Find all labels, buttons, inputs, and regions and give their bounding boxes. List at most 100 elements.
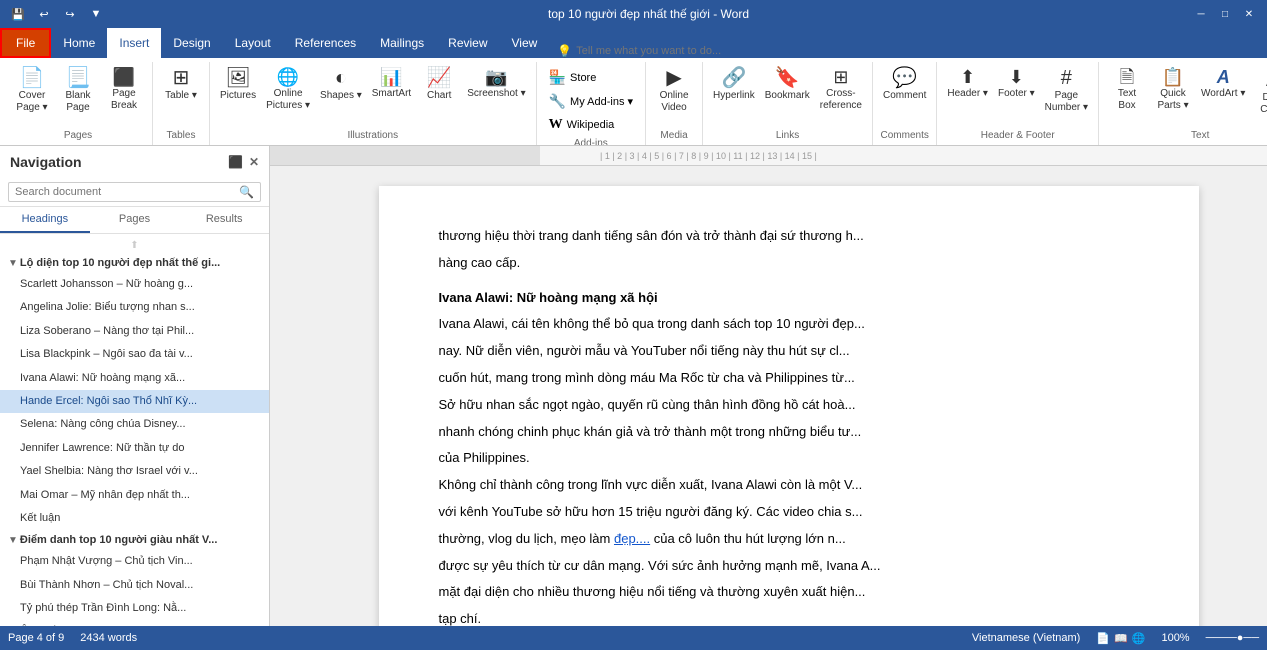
comment-icon: 💬 bbox=[892, 68, 917, 88]
tab-design[interactable]: Design bbox=[161, 28, 222, 58]
header-button[interactable]: ⬆ Header ▾ bbox=[943, 66, 992, 102]
table-button[interactable]: ⊞ Table ▾ bbox=[159, 66, 203, 104]
maximize-button[interactable]: □ bbox=[1215, 4, 1235, 24]
tab-layout[interactable]: Layout bbox=[223, 28, 283, 58]
nav-item-selena[interactable]: Selena: Nàng công chúa Disney... bbox=[0, 413, 269, 436]
doc-para-ivana-3: cuốn hút, mang trong mình dòng máu Ma Rố… bbox=[439, 368, 1139, 389]
search-input[interactable] bbox=[15, 186, 235, 198]
nav-item-pham-nhat-vuong[interactable]: Phạm Nhật Vượng – Chủ tịch Vin... bbox=[0, 550, 269, 573]
drop-cap-button[interactable]: A DropCap ▾ bbox=[1251, 66, 1267, 118]
tab-results[interactable]: Results bbox=[179, 207, 269, 233]
table-label: Table ▾ bbox=[165, 90, 197, 102]
footer-button[interactable]: ⬇ Footer ▾ bbox=[994, 66, 1039, 102]
tab-review[interactable]: Review bbox=[436, 28, 499, 58]
doc-para-ivana-5: nhanh chóng chinh phục khán giả và trở t… bbox=[439, 422, 1139, 443]
document-page[interactable]: thương hiệu thời trang danh tiếng sân đó… bbox=[379, 186, 1199, 626]
bookmark-button[interactable]: 🔖 Bookmark bbox=[761, 66, 814, 104]
nav-item-liza[interactable]: Liza Soberano – Nàng thơ tại Phil... bbox=[0, 320, 269, 343]
comment-button[interactable]: 💬 Comment bbox=[879, 66, 930, 104]
web-layout-icon[interactable]: 🌐 bbox=[1132, 632, 1146, 645]
navigation-expand-button[interactable]: ⬛ bbox=[228, 155, 243, 169]
link-dep[interactable]: đẹp.... bbox=[614, 531, 650, 546]
navigation-pane: Navigation ⬛ ✕ 🔍 Headings Pages Results … bbox=[0, 146, 270, 626]
nav-item-tran-dinh-long[interactable]: Tỷ phú thép Trần Đình Long: Nằ... bbox=[0, 597, 269, 620]
nav-item-ketluan[interactable]: Kết luận bbox=[0, 507, 269, 530]
page-info: Page 4 of 9 bbox=[8, 632, 64, 644]
save-button[interactable]: 💾 bbox=[8, 4, 28, 24]
customize-button[interactable]: ▼ bbox=[86, 4, 106, 24]
text-box-button[interactable]: 🗎 TextBox bbox=[1105, 66, 1149, 114]
wordart-button[interactable]: A WordArt ▾ bbox=[1197, 66, 1249, 102]
navigation-close-button[interactable]: ✕ bbox=[249, 155, 259, 169]
quick-parts-icon: 📋 bbox=[1162, 68, 1184, 86]
chart-button[interactable]: 📈 Chart bbox=[417, 66, 461, 104]
shapes-button[interactable]: ◐ Shapes ▾ bbox=[316, 66, 366, 104]
hyperlink-label: Hyperlink bbox=[713, 90, 755, 102]
my-addins-button[interactable]: 🔧 My Add-ins ▾ bbox=[543, 90, 639, 113]
tab-insert[interactable]: Insert bbox=[107, 28, 161, 58]
comments-group-items: 💬 Comment bbox=[879, 62, 930, 128]
read-mode-icon[interactable]: 📖 bbox=[1114, 632, 1128, 645]
nav-item-hande[interactable]: Hande Ercel: Ngôi sao Thổ Nhĩ Kỳ... bbox=[0, 390, 269, 413]
tab-pages[interactable]: Pages bbox=[90, 207, 180, 233]
my-addins-icon: 🔧 bbox=[549, 93, 566, 110]
tab-view[interactable]: View bbox=[500, 28, 550, 58]
ribbon-content: 📄 CoverPage ▾ 📃 BlankPage ⬛ PageBreak Pa… bbox=[0, 58, 1267, 146]
page-number-icon: # bbox=[1061, 68, 1072, 88]
nav-item-ivana[interactable]: Ivana Alawi: Nữ hoàng mạng xã... bbox=[0, 367, 269, 390]
redo-button[interactable]: ↪ bbox=[60, 4, 80, 24]
page-break-button[interactable]: ⬛ PageBreak bbox=[102, 66, 146, 114]
tell-me-input[interactable] bbox=[576, 45, 756, 57]
nav-item-jennifer[interactable]: Jennifer Lawrence: Nữ thần tự do bbox=[0, 437, 269, 460]
nav-section-2[interactable]: ▼ Điểm danh top 10 người giàu nhất V... bbox=[0, 530, 269, 550]
search-box[interactable]: 🔍 bbox=[8, 182, 261, 202]
tab-mailings[interactable]: Mailings bbox=[368, 28, 436, 58]
tab-headings[interactable]: Headings bbox=[0, 207, 90, 233]
nav-item-lisa[interactable]: Lisa Blackpink – Ngôi sao đa tài v... bbox=[0, 343, 269, 366]
zoom-slider[interactable]: ────●── bbox=[1206, 632, 1259, 644]
blank-page-button[interactable]: 📃 BlankPage bbox=[56, 66, 100, 116]
doc-heading-ivana: Ivana Alawi: Nữ hoàng mạng xã hội bbox=[439, 288, 1139, 309]
wikipedia-button[interactable]: W Wikipedia bbox=[543, 114, 621, 136]
wordart-label: WordArt ▾ bbox=[1201, 88, 1245, 100]
shapes-label: Shapes ▾ bbox=[320, 90, 362, 102]
nav-item-yael[interactable]: Yael Shelbia: Nàng thơ Israel với v... bbox=[0, 460, 269, 483]
hyperlink-button[interactable]: 🔗 Hyperlink bbox=[709, 66, 759, 104]
nav-item-bui-thanh-nhon[interactable]: Bùi Thành Nhơn – Chủ tịch Noval... bbox=[0, 574, 269, 597]
tab-references[interactable]: References bbox=[283, 28, 368, 58]
nav-item-scarlett[interactable]: Scarlett Johansson – Nữ hoàng g... bbox=[0, 273, 269, 296]
media-group-items: ▶ OnlineVideo bbox=[652, 62, 696, 128]
nav-item-maomar[interactable]: Mai Omar – Mỹ nhân đẹp nhất th... bbox=[0, 484, 269, 507]
pictures-button[interactable]: 🖼 Pictures bbox=[216, 66, 260, 104]
tab-file[interactable]: File bbox=[0, 28, 51, 58]
nav-section-1[interactable]: ▼ Lộ diện top 10 người đẹp nhất thế gi..… bbox=[0, 253, 269, 273]
title-bar: 💾 ↩ ↪ ▼ top 10 người đẹp nhất thế giới -… bbox=[0, 0, 1267, 28]
cross-reference-button[interactable]: ⊞ Cross-reference bbox=[816, 66, 866, 114]
page-number-button[interactable]: # PageNumber ▾ bbox=[1041, 66, 1092, 116]
online-pictures-button[interactable]: 🌐 OnlinePictures ▾ bbox=[262, 66, 314, 114]
print-layout-icon[interactable]: 📄 bbox=[1096, 632, 1110, 645]
store-label: Store bbox=[570, 72, 596, 84]
nav-item-angelina[interactable]: Angelina Jolie: Biểu tượng nhan s... bbox=[0, 296, 269, 319]
doc-para-ivana-6: của Philippines. bbox=[439, 448, 1139, 469]
undo-button[interactable]: ↩ bbox=[34, 4, 54, 24]
document-area: | 1 | 2 | 3 | 4 | 5 | 6 | 7 | 8 | 9 | 10… bbox=[270, 146, 1267, 626]
store-button[interactable]: 🏪 Store bbox=[543, 66, 603, 89]
screenshot-button[interactable]: 📷 Screenshot ▾ bbox=[463, 66, 529, 102]
ribbon-group-illustrations: 🖼 Pictures 🌐 OnlinePictures ▾ ◐ Shapes ▾… bbox=[210, 62, 537, 145]
cover-page-label: CoverPage ▾ bbox=[16, 90, 47, 114]
close-button[interactable]: ✕ bbox=[1239, 4, 1259, 24]
quick-parts-button[interactable]: 📋 QuickParts ▾ bbox=[1151, 66, 1195, 114]
online-video-button[interactable]: ▶ OnlineVideo bbox=[652, 66, 696, 116]
doc-para-ivana-10: được sự yêu thích từ cư dân mạng. Với sứ… bbox=[439, 556, 1139, 577]
cover-page-button[interactable]: 📄 CoverPage ▾ bbox=[10, 66, 54, 116]
navigation-header: Navigation ⬛ ✕ bbox=[0, 146, 269, 178]
ribbon-group-media: ▶ OnlineVideo Media bbox=[646, 62, 703, 145]
tab-home[interactable]: Home bbox=[51, 28, 107, 58]
minimize-button[interactable]: ─ bbox=[1191, 4, 1211, 24]
tell-me-bar[interactable]: 💡 bbox=[549, 44, 764, 58]
doc-para-ivana-2: nay. Nữ diễn viên, người mẫu và YouTuber… bbox=[439, 341, 1139, 362]
comments-group-label: Comments bbox=[879, 128, 930, 145]
doc-para-ivana-8: với kênh YouTube sở hữu hơn 15 triệu ngư… bbox=[439, 502, 1139, 523]
smartart-button[interactable]: 📊 SmartArt bbox=[368, 66, 415, 102]
